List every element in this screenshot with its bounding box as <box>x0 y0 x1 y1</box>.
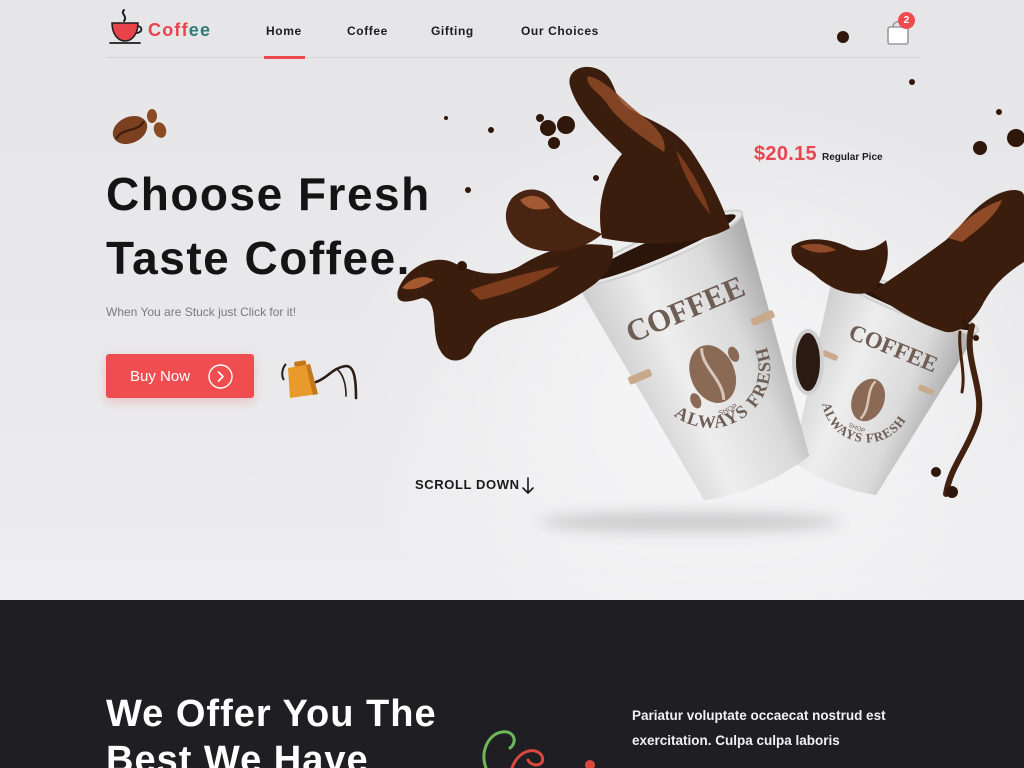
nav-item-home[interactable]: Home <box>266 24 302 38</box>
offer-section: We Offer You The Best We Have Pariatur v… <box>0 600 1024 768</box>
nav-item-our-choices[interactable]: Our Choices <box>521 24 599 38</box>
cups-shadow <box>540 512 840 532</box>
scroll-down-label: SCROLL DOWN <box>415 477 520 492</box>
price-tag: $20.15 Regular Pice <box>754 142 883 170</box>
hero-section: COFFEE SHOP ALWAYS FRESH COFFEE SHOP ALW… <box>0 0 1024 600</box>
buy-now-button[interactable]: Buy Now <box>106 354 254 398</box>
price-note: Regular Pice <box>821 152 883 163</box>
coffee-cups-illustration: COFFEE SHOP ALWAYS FRESH COFFEE SHOP ALW… <box>397 31 1024 532</box>
brand-name-primary: Coff <box>148 20 189 40</box>
hero-title: Choose Fresh Taste Coffee. <box>106 162 626 290</box>
arrow-circle-right-icon <box>208 364 233 389</box>
nav-item-gifting[interactable]: Gifting <box>431 24 474 38</box>
brand-name-accent: ee <box>188 20 212 40</box>
cup-opening-shadow <box>792 329 824 395</box>
hero-title-line-1: Choose Fresh <box>106 168 431 220</box>
hero-subtitle: When You are Stuck just Click for it! <box>106 305 297 319</box>
cart-count-badge: 2 <box>898 12 915 29</box>
arrow-down-icon <box>522 477 534 494</box>
hero-title-line-2: Taste Coffee. <box>106 232 411 284</box>
decorative-squiggle <box>482 730 595 768</box>
price-value: $20.15 <box>754 143 817 165</box>
coffee-beans-icon <box>112 109 167 145</box>
nav-active-indicator <box>264 56 305 59</box>
nav-divider <box>106 57 920 58</box>
offer-title-line-1: We Offer You The <box>106 693 437 735</box>
nav-item-coffee[interactable]: Coffee <box>347 24 388 38</box>
offer-description: Pariatur voluptate occaecat nostrud est … <box>632 708 886 748</box>
buy-now-label: Buy Now <box>130 368 191 385</box>
scroll-down-link[interactable]: SCROLL DOWN <box>415 477 534 495</box>
offer-title-line-2: Best We Have <box>106 739 369 768</box>
pour-over-kettle-icon <box>281 360 358 400</box>
offer-title: We Offer You The Best We Have <box>106 691 526 768</box>
brand-logo-text[interactable]: Coffee <box>148 20 211 40</box>
coffee-cup-logo-icon[interactable] <box>106 6 146 46</box>
cart-button[interactable]: 2 <box>880 8 920 48</box>
